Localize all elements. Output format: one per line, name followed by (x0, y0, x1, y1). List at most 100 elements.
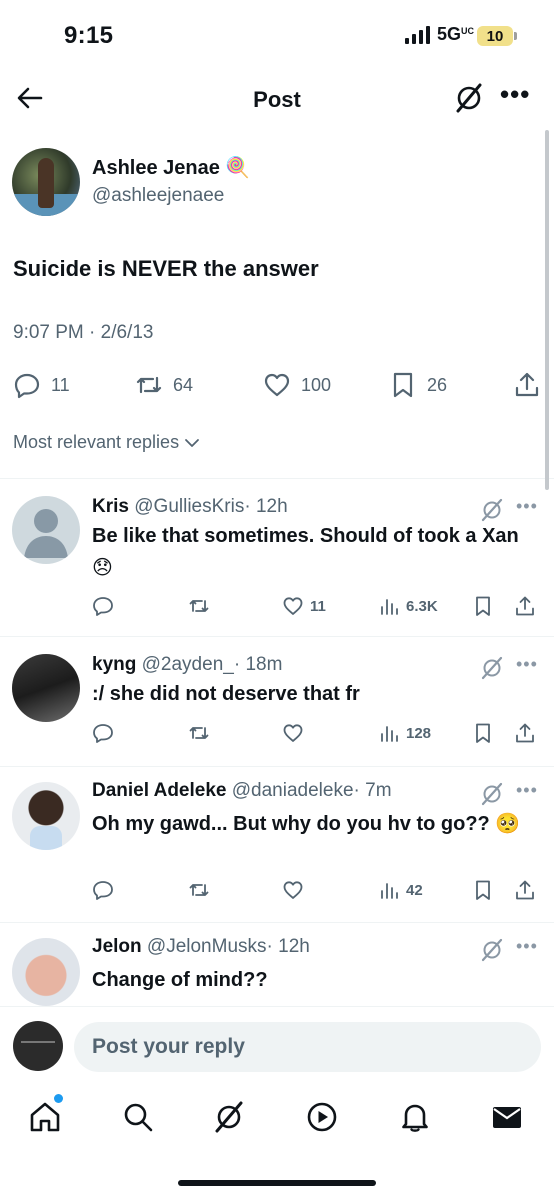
author-avatar[interactable] (12, 148, 80, 216)
reply-header: Jelon @JelonMusks· 12h (92, 936, 310, 958)
repost-button[interactable] (188, 876, 210, 904)
reply-composer (0, 1006, 554, 1086)
network-sup: UC (461, 26, 475, 36)
reply-avatar[interactable] (12, 782, 80, 850)
reply-icon (93, 597, 113, 616)
more-options-icon[interactable]: ••• (500, 81, 529, 110)
reply-button[interactable]: 11 (13, 368, 70, 402)
status-bar: 9:15 5GUC 10 (0, 0, 554, 70)
repost-button[interactable] (188, 719, 210, 747)
reply-name[interactable]: Kris (92, 496, 129, 517)
share-button[interactable] (514, 592, 536, 620)
repost-button[interactable]: 64 (135, 368, 193, 402)
reply-handle[interactable]: @JelonMusks (147, 936, 267, 957)
reply-button[interactable] (92, 876, 114, 904)
reply-name[interactable]: Jelon (92, 936, 142, 957)
views-icon (381, 883, 398, 899)
share-button[interactable] (514, 719, 536, 747)
battery-indicator: 10 (477, 26, 513, 46)
reply-avatar[interactable] (12, 654, 80, 722)
reply-name[interactable]: Daniel Adeleke (92, 780, 226, 801)
reply-avatar[interactable] (12, 938, 80, 1006)
repost-button[interactable] (188, 592, 210, 620)
reply-handle[interactable]: @GulliesKris (134, 496, 244, 517)
views-button[interactable]: 42 (378, 876, 423, 904)
like-button[interactable] (282, 876, 310, 904)
reply-avatar[interactable] (12, 496, 80, 564)
heart-icon (283, 881, 303, 899)
repost-icon (189, 884, 209, 896)
reply-count: 11 (51, 374, 70, 395)
grok-icon[interactable] (480, 498, 504, 522)
views-button[interactable]: 6.3K (378, 592, 438, 620)
reply-more-icon[interactable]: ••• (516, 654, 538, 675)
views-count: 42 (406, 881, 423, 899)
post-author[interactable]: Ashlee Jenae 🍭 @ashleejenaee (12, 148, 532, 218)
grok-icon[interactable] (480, 656, 504, 680)
reply-more-icon[interactable]: ••• (516, 496, 538, 517)
reply-more-icon[interactable]: ••• (516, 780, 538, 801)
reply-time: · 18m (233, 654, 283, 675)
repost-icon (189, 727, 209, 739)
notification-dot (54, 1094, 63, 1103)
reply-more-icon[interactable]: ••• (516, 936, 538, 957)
reply-time: · 12h (266, 936, 310, 957)
views-button[interactable]: 128 (378, 719, 431, 747)
bookmark-icon (393, 372, 413, 398)
grok-icon[interactable] (454, 83, 484, 113)
like-button[interactable] (282, 719, 310, 747)
bookmark-button[interactable]: 26 (389, 368, 447, 402)
share-button[interactable] (514, 876, 536, 904)
reply-header: kyng @2ayden_· 18m (92, 654, 282, 676)
search-icon[interactable] (121, 1100, 155, 1134)
grok-icon[interactable] (480, 938, 504, 962)
reply-item[interactable]: Daniel Adeleke @daniadeleke· 7m ••• Oh m… (0, 766, 554, 922)
reply-time: · 7m (353, 780, 392, 801)
bookmark-button[interactable] (472, 719, 494, 747)
reply-time: · 12h (244, 496, 288, 517)
author-name[interactable]: Ashlee Jenae 🍭 (92, 155, 250, 180)
reply-button[interactable] (92, 719, 114, 747)
heart-icon (283, 597, 303, 615)
bottom-nav (0, 1090, 554, 1150)
reply-name[interactable]: kyng (92, 654, 136, 675)
reply-item[interactable]: kyng @2ayden_· 18m ••• :/ she did not de… (0, 636, 554, 766)
share-icon (515, 372, 539, 397)
home-icon[interactable] (28, 1100, 62, 1134)
bookmark-icon (476, 596, 490, 616)
reply-button[interactable] (92, 592, 114, 620)
share-button[interactable] (513, 368, 541, 402)
grok-icon[interactable] (212, 1100, 246, 1134)
reply-input[interactable] (74, 1022, 541, 1072)
bookmark-button[interactable] (472, 876, 494, 904)
sort-replies-button[interactable]: Most relevant replies (13, 432, 201, 453)
repost-icon (189, 600, 209, 612)
home-indicator[interactable] (178, 1180, 376, 1186)
reply-text: Oh my gawd... But why do you hv to go?? … (92, 813, 521, 835)
grok-icon[interactable] (480, 782, 504, 806)
bookmark-button[interactable] (472, 592, 494, 620)
reply-item[interactable]: Kris @GulliesKris· 12h ••• Be like that … (0, 478, 554, 636)
reply-handle[interactable]: @2ayden_ (142, 654, 234, 675)
views-count: 6.3K (406, 597, 438, 615)
views-icon (381, 599, 398, 615)
heart-icon (264, 373, 290, 397)
reply-text: :/ she did not deserve that fr (92, 683, 360, 705)
scrollbar[interactable] (545, 130, 549, 490)
author-handle[interactable]: @ashleejenaee (92, 185, 224, 207)
messages-envelope-icon[interactable] (490, 1100, 524, 1134)
reply-item[interactable]: Jelon @JelonMusks· 12h ••• Change of min… (0, 922, 554, 1006)
my-avatar[interactable] (13, 1021, 63, 1071)
network-indicator: 5GUC (437, 24, 475, 44)
sort-label: Most relevant replies (13, 432, 180, 452)
reply-header: Kris @GulliesKris· 12h (92, 496, 288, 518)
reply-handle[interactable]: @daniadeleke (232, 780, 354, 801)
reply-actions: 42 (92, 876, 542, 904)
video-icon[interactable] (305, 1100, 339, 1134)
signal-icon (405, 26, 430, 44)
reply-actions: 11 6.3K (92, 592, 542, 620)
notifications-bell-icon[interactable] (398, 1100, 432, 1134)
like-button[interactable]: 100 (263, 368, 331, 402)
like-button[interactable]: 11 (282, 592, 326, 620)
reply-icon (93, 724, 113, 743)
